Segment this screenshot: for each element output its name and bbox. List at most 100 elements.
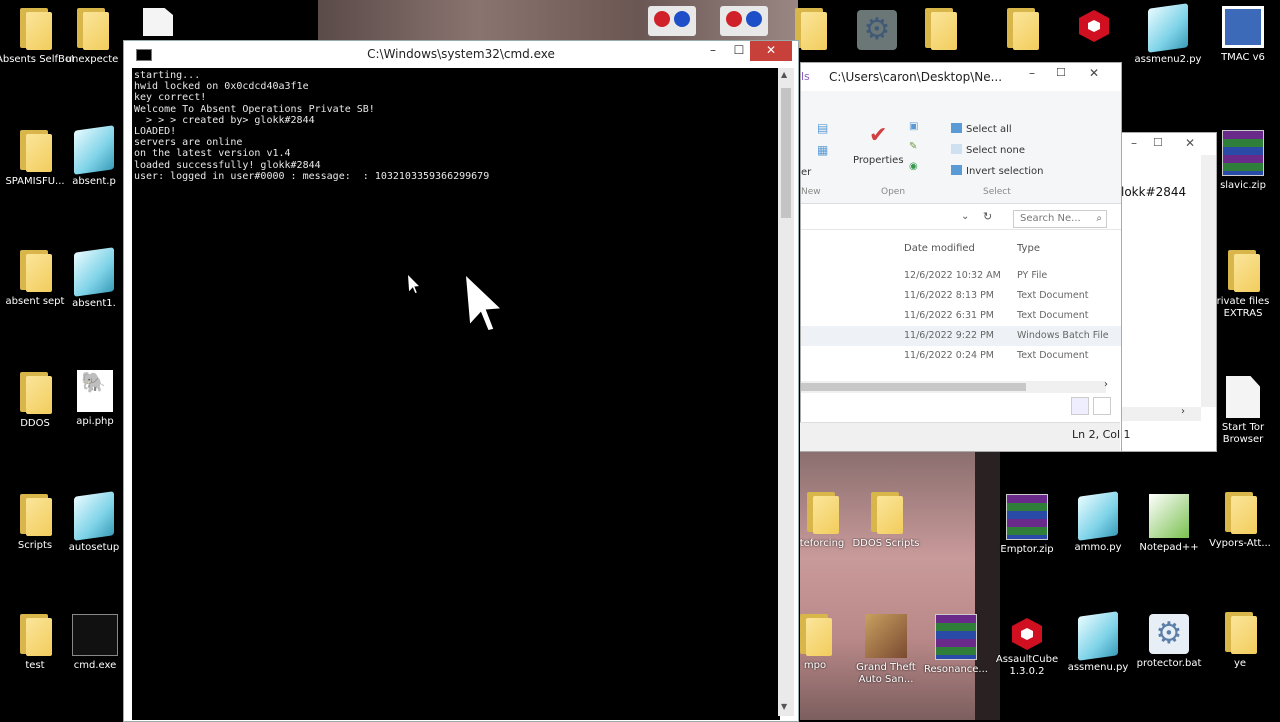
ribbon-tab-fragment[interactable]: ls <box>801 70 810 83</box>
desktop-icon-resonance[interactable]: Resonance... <box>918 614 994 676</box>
scroll-right-icon[interactable]: › <box>1181 406 1185 417</box>
desktop-icon-absent-py[interactable]: absent.p <box>64 125 124 188</box>
maximize-button[interactable]: ☐ <box>1056 66 1066 79</box>
notepad-titlebar[interactable]: – ☐ ✕ <box>1121 133 1216 155</box>
desktop-icon-cmd-exe[interactable]: cmd.exe <box>66 614 124 672</box>
ribbon-group-label: Select <box>983 187 1011 197</box>
desktop-icon-folder[interactable] <box>920 6 960 50</box>
desktop-icon-unexpected[interactable]: unexpecte <box>60 6 124 66</box>
desktop-icon-assaultcube[interactable]: AssaultCube 1.3.0.2 <box>988 618 1066 678</box>
tmac-icon <box>1222 6 1264 48</box>
python-file-icon <box>74 125 114 175</box>
history-icon[interactable]: ◉ <box>909 161 918 172</box>
horizontal-scrollbar[interactable] <box>801 381 1106 393</box>
invert-selection-button[interactable]: Invert selection <box>951 165 1044 177</box>
desktop-icon-ye[interactable]: ye <box>1200 610 1280 670</box>
file-row-selected[interactable]: 11/6/2022 9:22 PM Windows Batch File <box>801 326 1121 346</box>
document-icon <box>1226 376 1260 418</box>
cmd-titlebar[interactable]: C:\Windows\system32\cmd.exe – ☐ ✕ <box>124 41 798 68</box>
icon-label: Start Tor Browser <box>1221 422 1265 445</box>
open-icon[interactable]: ▣ <box>909 121 918 132</box>
desktop-icon-scripts[interactable]: Scripts <box>0 492 74 552</box>
console-output[interactable]: starting... hwid locked on 0x0cdcd40a3f1e… <box>132 68 780 720</box>
desktop-icon-settings[interactable] <box>852 10 902 50</box>
minimize-button[interactable]: – <box>1131 136 1137 150</box>
desktop-icon-protector[interactable]: protector.bat <box>1130 614 1208 670</box>
scroll-up-icon[interactable]: ▲ <box>781 70 787 79</box>
notepad-scrollbar[interactable] <box>1201 155 1216 407</box>
file-explorer-window[interactable]: ls C:\Users\caron\Desktop\Ne... – ☐ ✕ ^ … <box>800 62 1122 452</box>
scroll-down-icon[interactable]: ▼ <box>781 702 787 711</box>
large-icons-view-button[interactable] <box>1093 397 1111 415</box>
search-input[interactable]: Search Ne... ⌕ <box>1013 210 1107 228</box>
address-bar[interactable]: ⌄ ↻ Search Ne... ⌕ <box>801 207 1121 230</box>
file-row[interactable]: 11/6/2022 8:13 PM Text Document <box>801 286 1121 306</box>
icon-label: AssaultCube 1.3.0.2 <box>995 654 1059 677</box>
desktop-icon-ddos[interactable]: DDOS <box>0 370 74 430</box>
desktop-icon-slavic[interactable]: slavic.zip <box>1206 130 1280 192</box>
console-scrollbar[interactable]: ▲ ▼ <box>778 68 794 716</box>
scrollbar-thumb[interactable] <box>801 383 1026 391</box>
file-row[interactable]: 11/6/2022 6:31 PM Text Document <box>801 306 1121 326</box>
notepad-hscrollbar[interactable]: › <box>1121 406 1201 421</box>
desktop-icon-assmenu2[interactable]: assmenu2.py <box>1126 3 1210 66</box>
select-none-button[interactable]: Select none <box>951 144 1025 156</box>
desktop-icon-start-tor[interactable]: Start Tor Browser <box>1206 376 1280 446</box>
refresh-icon[interactable]: ↻ <box>983 210 992 223</box>
desktop-icon-document[interactable] <box>138 8 178 36</box>
close-button[interactable]: ✕ <box>1185 136 1195 150</box>
ribbon-group-label: Open <box>881 187 906 197</box>
file-row[interactable]: 11/6/2022 0:24 PM Text Document <box>801 346 1121 366</box>
desktop-icon-ddos-scripts[interactable]: DDOS Scripts <box>844 490 928 550</box>
minimize-button[interactable]: – <box>1029 66 1035 80</box>
new-item-icon[interactable]: ▦ <box>817 143 828 157</box>
icon-label: Grand Theft Auto San... <box>856 662 916 685</box>
column-header-date[interactable]: Date modified <box>904 243 975 254</box>
properties-button[interactable]: Properties <box>853 155 904 166</box>
edit-icon[interactable]: ✎ <box>909 141 917 152</box>
close-button[interactable]: ✕ <box>1089 66 1099 80</box>
scroll-right-icon[interactable]: › <box>1104 379 1108 390</box>
chevron-down-icon[interactable]: ⌄ <box>961 211 969 222</box>
python-file-icon <box>74 247 114 297</box>
desktop-icon-assmenu[interactable]: assmenu.py <box>1060 611 1136 674</box>
desktop-icon-assaultcube-top[interactable] <box>1060 10 1128 42</box>
desktop-icon-ammo[interactable]: ammo.py <box>1060 491 1136 554</box>
desktop-icon-spamisfu[interactable]: SPAMISFU... <box>0 128 74 188</box>
desktop-icon-autosetup[interactable]: autosetup <box>64 491 124 554</box>
console-line: loaded successfully! glokk#2844 <box>134 159 321 171</box>
explorer-title: C:\Users\caron\Desktop\Ne... <box>829 70 1003 84</box>
desktop-icon-absent1[interactable]: absent1. <box>64 247 124 310</box>
file-row[interactable]: 12/6/2022 10:32 AM PY File <box>801 266 1121 286</box>
details-view-button[interactable] <box>1071 397 1089 415</box>
invert-selection-label: Invert selection <box>966 166 1044 177</box>
notepad-window[interactable]: – ☐ ✕ lokk#2844 › <box>1120 132 1217 452</box>
desktop-icon-grand-theft-auto[interactable]: Grand Theft Auto San... <box>846 614 926 686</box>
desktop-icon-private-files[interactable]: rivate files EXTRAS <box>1206 248 1280 320</box>
copy-path-icon[interactable]: ▤ <box>817 121 828 135</box>
desktop-icon-vypors[interactable]: Vypors-Att... <box>1200 490 1280 550</box>
close-button[interactable]: ✕ <box>750 41 792 61</box>
icon-label: TMAC v6 <box>1221 52 1265 63</box>
gta-san-andreas-icon <box>865 614 907 658</box>
notepad-text[interactable]: lokk#2844 <box>1121 185 1186 199</box>
desktop-icon-tmac[interactable]: TMAC v6 <box>1206 6 1280 64</box>
desktop-icon-folder[interactable] <box>1000 6 1044 50</box>
desktop-icon-api-php[interactable]: api.php <box>66 370 124 428</box>
cmd-window[interactable]: C:\Windows\system32\cmd.exe – ☐ ✕ starti… <box>123 40 799 722</box>
select-all-button[interactable]: Select all <box>951 123 1012 135</box>
scrollbar-thumb[interactable] <box>781 88 791 218</box>
icon-label: Notepad++ <box>1139 542 1199 553</box>
properties-icon[interactable]: ✔ <box>869 123 887 148</box>
explorer-titlebar[interactable]: ls C:\Users\caron\Desktop\Ne... – ☐ ✕ <box>801 63 1121 91</box>
desktop-icon-test[interactable]: test <box>0 612 74 672</box>
ribbon-left-fragment[interactable]: er <box>801 167 811 178</box>
column-header-type[interactable]: Type <box>1017 243 1040 254</box>
dice-icon[interactable] <box>648 6 696 36</box>
dice-icon[interactable] <box>720 6 768 36</box>
desktop-icon-emptor[interactable]: Emptor.zip <box>988 494 1066 556</box>
icon-label: rivate files EXTRAS <box>1216 296 1270 319</box>
desktop-icon-notepadpp[interactable]: Notepad++ <box>1130 494 1208 554</box>
maximize-button[interactable]: ☐ <box>1153 136 1163 149</box>
desktop-icon-absent-sept[interactable]: absent sept <box>0 248 74 308</box>
